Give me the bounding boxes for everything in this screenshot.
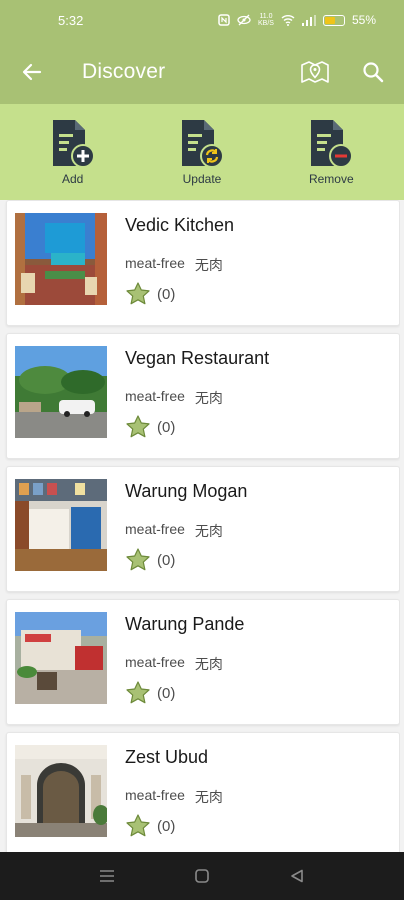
restaurant-photo (15, 612, 107, 704)
recent-apps-button[interactable] (87, 856, 127, 896)
list-item[interactable]: Vedic Kitchen meat-free 无肉 (0) (6, 200, 400, 326)
restaurant-tags: meat-free 无肉 (125, 787, 223, 807)
nfc-icon (218, 14, 230, 26)
restaurant-rating: (0) (125, 813, 175, 839)
wifi-icon (281, 14, 295, 26)
star-icon (126, 681, 150, 704)
restaurant-photo (15, 213, 107, 305)
action-toolbar: Add Update Remove (0, 104, 404, 200)
list-item[interactable]: Vegan Restaurant meat-free 无肉 (0) (6, 333, 400, 459)
battery-fill (324, 16, 335, 24)
eye-off-icon (237, 14, 251, 26)
restaurant-tags: meat-free 无肉 (125, 388, 223, 408)
restaurant-name: Zest Ubud (125, 747, 209, 767)
rating-count: (0) (157, 418, 176, 436)
status-icons: 11.0 KB/S 55% (218, 13, 376, 27)
menu-icon (100, 870, 115, 882)
tag-meat-free-zh: 无肉 (194, 523, 223, 539)
rating-count: (0) (157, 551, 176, 569)
star-icon (126, 282, 150, 305)
tag-meat-free: meat-free (125, 255, 185, 271)
rating-count: (0) (157, 285, 176, 303)
battery-percent: 55% (351, 13, 376, 27)
tag-meat-free: meat-free (125, 521, 185, 537)
triangle-back-icon (290, 869, 303, 883)
restaurant-rating: (0) (125, 414, 175, 440)
restaurant-rating: (0) (125, 547, 175, 573)
restaurant-tags: meat-free 无肉 (125, 255, 223, 275)
restaurant-name: Vegan Restaurant (125, 348, 270, 368)
home-button[interactable] (182, 856, 222, 896)
star-icon (126, 548, 150, 571)
restaurant-name: Warung Mogan (125, 481, 248, 501)
list-item[interactable]: Warung Pande meat-free 无肉 (0) (6, 599, 400, 725)
search-icon (363, 62, 384, 83)
restaurant-list[interactable]: Vedic Kitchen meat-free 无肉 (0) Vegan Res… (4, 200, 400, 852)
tag-meat-free-zh: 无肉 (194, 789, 223, 805)
back-nav-button[interactable] (277, 856, 317, 896)
tag-meat-free-zh: 无肉 (194, 257, 223, 273)
document-add-icon (52, 120, 95, 168)
list-item[interactable]: Warung Mogan meat-free 无肉 (0) (6, 466, 400, 592)
document-remove-icon (311, 120, 354, 168)
list-item[interactable]: Zest Ubud meat-free 无肉 (0) (6, 732, 400, 852)
map-button[interactable] (292, 40, 338, 104)
arrow-left-icon (22, 63, 42, 81)
page-title: Discover (82, 60, 166, 83)
tag-meat-free-zh: 无肉 (194, 656, 223, 672)
battery-icon (322, 14, 345, 26)
remove-label: Remove (308, 172, 354, 186)
tag-meat-free: meat-free (125, 787, 185, 803)
back-button[interactable] (0, 40, 64, 104)
restaurant-rating: (0) (125, 281, 175, 307)
restaurant-rating: (0) (125, 680, 175, 706)
rating-count: (0) (157, 684, 176, 702)
square-icon (195, 869, 209, 883)
tag-meat-free-zh: 无肉 (194, 390, 223, 406)
network-speed: 11.0 KB/S (258, 13, 274, 27)
restaurant-tags: meat-free 无肉 (125, 521, 223, 541)
signal-icon (301, 14, 316, 26)
remove-button[interactable]: Remove (286, 118, 376, 186)
tag-meat-free: meat-free (125, 388, 185, 404)
status-bar: 5:32 11.0 KB/S 55% (0, 0, 404, 40)
search-button[interactable] (350, 40, 396, 104)
restaurant-name: Warung Pande (125, 614, 245, 634)
rating-count: (0) (157, 817, 176, 835)
update-label: Update (182, 172, 222, 186)
restaurant-photo (15, 745, 107, 837)
star-icon (126, 415, 150, 438)
restaurant-tags: meat-free 无肉 (125, 654, 223, 674)
restaurant-photo (15, 346, 107, 438)
map-pin-icon (301, 61, 329, 83)
document-update-icon (181, 120, 224, 168)
app-bar: Discover (0, 40, 404, 104)
update-button[interactable]: Update (157, 118, 247, 186)
restaurant-photo (15, 479, 107, 571)
system-nav-bar (0, 852, 404, 900)
star-icon (126, 814, 150, 837)
restaurant-name: Vedic Kitchen (125, 215, 235, 235)
tag-meat-free: meat-free (125, 654, 185, 670)
status-time: 5:32 (58, 12, 84, 28)
add-button[interactable]: Add (28, 118, 118, 186)
add-label: Add (61, 172, 84, 186)
